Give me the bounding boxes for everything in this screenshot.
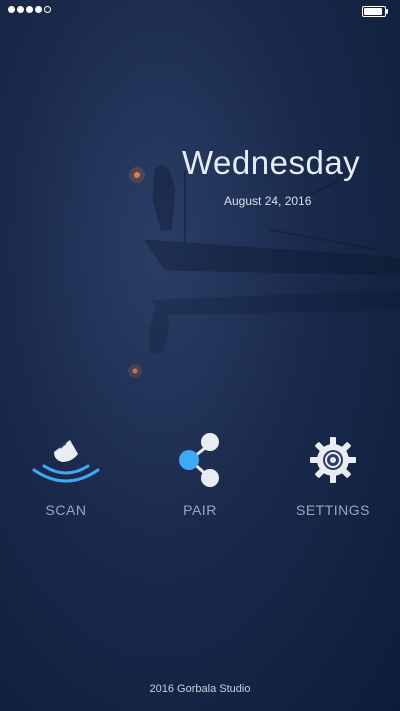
gear-icon bbox=[273, 430, 393, 490]
signal-dot bbox=[8, 6, 15, 13]
settings-button[interactable]: SETTINGS bbox=[273, 430, 393, 518]
scan-label: SCAN bbox=[45, 502, 87, 518]
signal-dot bbox=[26, 6, 33, 13]
date-label: August 24, 2016 bbox=[224, 194, 312, 208]
signal-dots bbox=[8, 6, 51, 13]
pair-label: PAIR bbox=[183, 502, 217, 518]
battery-icon bbox=[362, 6, 388, 17]
battery-fill bbox=[364, 8, 382, 15]
scan-buoy-icon bbox=[6, 430, 126, 490]
footer-credit: 2016 Gorbala Studio bbox=[149, 683, 251, 695]
background-scene bbox=[128, 165, 400, 378]
scan-button[interactable]: SCAN bbox=[6, 430, 126, 518]
signal-dot bbox=[17, 6, 24, 13]
share-nodes-icon bbox=[140, 430, 260, 490]
day-label: Wednesday bbox=[182, 144, 361, 181]
status-bar bbox=[8, 6, 392, 18]
pair-button[interactable]: PAIR bbox=[140, 430, 260, 518]
settings-label: SETTINGS bbox=[295, 502, 370, 518]
signal-dot-empty bbox=[44, 6, 51, 13]
signal-dot bbox=[35, 6, 42, 13]
